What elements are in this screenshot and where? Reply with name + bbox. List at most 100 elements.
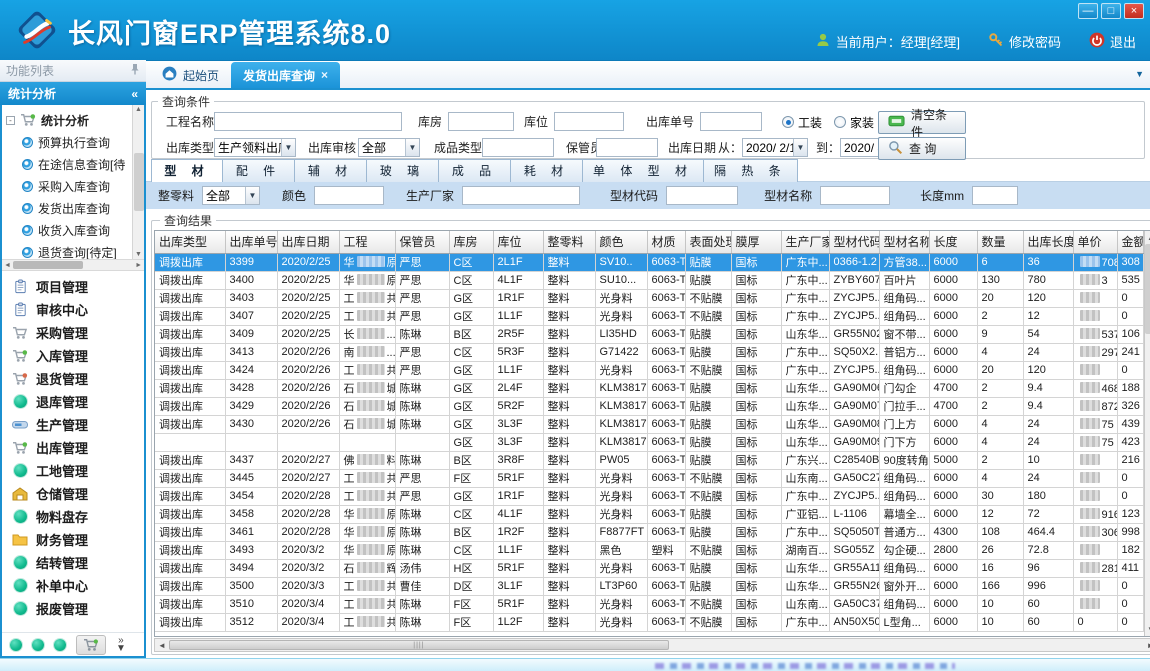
material-tab[interactable]: 玻 璃 bbox=[367, 159, 439, 182]
material-tab[interactable]: 耗 材 bbox=[511, 159, 583, 182]
scrollbar-thumb[interactable] bbox=[134, 153, 144, 211]
sidebar-module-circle[interactable]: 工地管理 bbox=[2, 459, 144, 482]
table-row[interactable]: 调拨出库34612020/2/28华原...陈琳B区1R2F整料F8877FT6… bbox=[155, 523, 1143, 541]
manufacturer-input[interactable] bbox=[462, 186, 580, 205]
column-header[interactable]: 颜色 bbox=[595, 231, 647, 253]
date-from-picker[interactable]: 2020/ 2/16▼ bbox=[742, 138, 808, 157]
table-row[interactable]: 调拨出库34002020/2/25华原..严思C区4L1F整料SU10...60… bbox=[155, 271, 1143, 289]
project-name-input[interactable] bbox=[214, 112, 402, 131]
column-header[interactable]: 表面处理 bbox=[685, 231, 731, 253]
out-type-combo[interactable]: 生产领料出库▼ bbox=[214, 138, 296, 157]
table-row[interactable]: 调拨出库34942020/3/2石辉城汤伟H区5R1F整料光身料6063-T5贴… bbox=[155, 559, 1143, 577]
tree-item[interactable]: 退货查询[待定] bbox=[6, 241, 144, 259]
module-dot-icon[interactable] bbox=[10, 639, 22, 651]
grid-horizontal-scrollbar[interactable]: ◄ |||| ► bbox=[154, 638, 1150, 652]
material-tab[interactable]: 成 品 bbox=[439, 159, 511, 182]
module-dot-icon[interactable] bbox=[32, 639, 44, 651]
sidebar-module-circle[interactable]: 报废管理 bbox=[2, 597, 144, 620]
product-type-input[interactable] bbox=[482, 138, 554, 157]
radio-gongzhuang[interactable]: 工装 bbox=[782, 112, 822, 132]
table-row[interactable]: 调拨出库34542020/2/28工共工程严思G区1R1F整料光身料6063-T… bbox=[155, 487, 1143, 505]
material-tab[interactable]: 单 体 型 材 bbox=[583, 159, 704, 182]
table-row[interactable]: 调拨出库34072020/2/25工共工程严思G区1L1F整料光身料6063-T… bbox=[155, 307, 1143, 325]
column-header[interactable]: 库位 bbox=[493, 231, 543, 253]
tab-close-icon[interactable]: × bbox=[321, 68, 328, 82]
column-header[interactable]: 工程 bbox=[339, 231, 395, 253]
scroll-right-icon[interactable]: ► bbox=[1147, 641, 1150, 650]
sidebar-module-cart-green[interactable]: 入库管理 bbox=[2, 344, 144, 367]
module-dot-icon[interactable] bbox=[54, 639, 66, 651]
minimize-button[interactable]: — bbox=[1078, 3, 1098, 19]
column-header[interactable]: 长度 bbox=[929, 231, 977, 253]
scrollbar-thumb[interactable]: |||| bbox=[169, 640, 669, 650]
sidebar-module-cart-red[interactable]: 退货管理 bbox=[2, 367, 144, 390]
tree-horizontal-scrollbar[interactable]: ◄ ► bbox=[2, 259, 144, 271]
table-row[interactable]: 调拨出库34932020/3/2华原...陈琳C区1L1F整料黑色塑料不贴膜国标… bbox=[155, 541, 1143, 559]
table-row[interactable]: 调拨出库34302020/2/26石城陈琳G区3L3F整料KLM38176063… bbox=[155, 415, 1143, 433]
tab-home[interactable]: 起始页 bbox=[150, 62, 231, 88]
material-tab[interactable]: 辅 材 bbox=[295, 159, 367, 182]
keeper-input[interactable] bbox=[596, 138, 658, 157]
length-input[interactable] bbox=[972, 186, 1018, 205]
cart-quick-button[interactable] bbox=[76, 635, 106, 655]
sidebar-module-circle[interactable]: 退库管理 bbox=[2, 390, 144, 413]
sidebar-module-circle[interactable]: 物料盘存 bbox=[2, 505, 144, 528]
logout-button[interactable]: 退出 bbox=[1089, 32, 1136, 51]
table-row[interactable]: 调拨出库34452020/2/27工共工程严思F区5R1F整料光身料6063-T… bbox=[155, 469, 1143, 487]
close-button[interactable]: × bbox=[1124, 3, 1144, 19]
change-password-button[interactable]: 修改密码 bbox=[988, 32, 1061, 51]
column-header[interactable]: 型材名称 bbox=[879, 231, 929, 253]
column-header[interactable]: 库房 bbox=[449, 231, 493, 253]
table-row[interactable]: 调拨出库34092020/2/25长...陈琳B区2R5F整料LI35HD606… bbox=[155, 325, 1143, 343]
scroll-left-icon[interactable]: ◄ bbox=[4, 262, 11, 269]
column-header[interactable]: 出库长度 bbox=[1023, 231, 1073, 253]
sidebar-module-clipboard[interactable]: 项目管理 bbox=[2, 275, 144, 298]
table-row[interactable]: 调拨出库34372020/2/27佛料...陈琳B区3R8F整料PW056063… bbox=[155, 451, 1143, 469]
collapse-panel-button[interactable]: « bbox=[131, 87, 138, 101]
tree-vertical-scrollbar[interactable]: ▲ ▼ bbox=[132, 105, 144, 259]
order-no-input[interactable] bbox=[700, 112, 762, 131]
tree-item[interactable]: 发货出库查询 bbox=[6, 197, 144, 219]
column-header[interactable]: 膜厚 bbox=[731, 231, 781, 253]
tree-item[interactable]: 收货入库查询 bbox=[6, 219, 144, 241]
table-row[interactable]: 调拨出库33992020/2/25华原..严思C区2L1F整料SV10..606… bbox=[155, 253, 1143, 271]
table-row[interactable]: 调拨出库34582020/2/28华原...陈琳C区4L1F整料光身料6063-… bbox=[155, 505, 1143, 523]
table-row[interactable]: 调拨出库34132020/2/26南...严思C区5R3F整料G71422606… bbox=[155, 343, 1143, 361]
sidebar-module-cart[interactable]: 采购管理 bbox=[2, 321, 144, 344]
sidebar-module-warehouse[interactable]: 仓储管理 bbox=[2, 482, 144, 505]
scrollbar-thumb[interactable] bbox=[13, 261, 83, 269]
tree-item[interactable]: 在途信息查询[待 bbox=[6, 153, 144, 175]
color-input[interactable] bbox=[314, 186, 384, 205]
table-row[interactable]: 调拨出库35122020/3/4工共工程陈琳F区1L2F整料光身料6063-T5… bbox=[155, 613, 1143, 631]
table-row[interactable]: G区3L3F整料KLM38176063-T5贴膜国标山东华...GA90M09.… bbox=[155, 433, 1143, 451]
profile-code-input[interactable] bbox=[666, 186, 738, 205]
table-row[interactable]: 调拨出库34292020/2/26石城陈琳G区5R2F整料KLM38176063… bbox=[155, 397, 1143, 415]
pin-icon[interactable] bbox=[130, 63, 140, 78]
column-header[interactable]: 数量 bbox=[977, 231, 1023, 253]
column-header[interactable]: 出库日期 bbox=[277, 231, 339, 253]
tree-root-item[interactable]: -统计分析 bbox=[6, 109, 144, 131]
tree-expander-icon[interactable]: - bbox=[6, 116, 15, 125]
material-tab[interactable]: 配 件 bbox=[223, 159, 295, 182]
sidebar-module-cart-green[interactable]: 出库管理 bbox=[2, 436, 144, 459]
sidebar-module-circle[interactable]: 结转管理 bbox=[2, 551, 144, 574]
column-header[interactable]: 生产厂家 bbox=[781, 231, 829, 253]
audit-combo[interactable]: 全部▼ bbox=[358, 138, 420, 157]
sidebar-module-clipboard[interactable]: 审核中心 bbox=[2, 298, 144, 321]
radio-jiazhuang[interactable]: 家装 bbox=[834, 112, 874, 132]
maximize-button[interactable]: □ bbox=[1101, 3, 1121, 19]
warehouse-input[interactable] bbox=[448, 112, 514, 131]
tree-item[interactable]: 采购入库查询 bbox=[6, 175, 144, 197]
location-input[interactable] bbox=[554, 112, 624, 131]
material-tab[interactable]: 型 材 bbox=[151, 159, 223, 182]
scroll-right-icon[interactable]: ► bbox=[135, 262, 142, 269]
column-header[interactable]: 出库类型 bbox=[155, 231, 225, 253]
scroll-down-icon[interactable]: ▼ bbox=[135, 251, 142, 258]
profile-name-input[interactable] bbox=[820, 186, 890, 205]
column-header[interactable]: 金额 bbox=[1117, 231, 1143, 253]
table-row[interactable]: 调拨出库35102020/3/4工共工程陈琳F区5R1F整料光身料6063-T5… bbox=[155, 595, 1143, 613]
scroll-up-icon[interactable]: ▲ bbox=[135, 106, 142, 113]
scrollbar-thumb[interactable] bbox=[1145, 244, 1150, 334]
column-header[interactable]: 单价 bbox=[1073, 231, 1117, 253]
sidebar-module-machine[interactable]: 生产管理 bbox=[2, 413, 144, 436]
